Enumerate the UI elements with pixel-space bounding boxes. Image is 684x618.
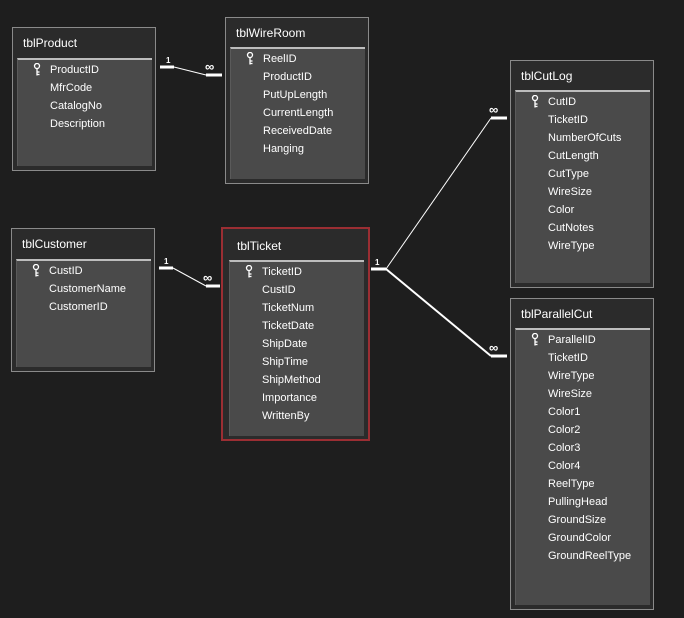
key-icon <box>245 265 253 278</box>
key-icon <box>531 333 539 346</box>
field[interactable]: ReceivedDate <box>231 122 365 140</box>
field-primary-key[interactable]: CustID <box>17 262 151 280</box>
table-title: tblCustomer <box>22 237 87 251</box>
table-tblticket[interactable]: tblTicket TicketID CustID TicketNum Tick… <box>221 227 370 441</box>
field-primary-key[interactable]: TicketID <box>230 263 364 281</box>
field-name: CustID <box>49 265 83 277</box>
field-name: CutID <box>548 96 577 108</box>
field[interactable]: Importance <box>230 389 364 407</box>
field[interactable]: WireType <box>516 367 650 385</box>
field-primary-key[interactable]: ParallelID <box>516 331 650 349</box>
table-title: tblWireRoom <box>236 26 306 40</box>
table-tblcustomer[interactable]: tblCustomer CustID CustomerName Customer… <box>11 228 155 372</box>
table-title: tblCutLog <box>521 69 573 83</box>
field-list[interactable]: CutID TicketID NumberOfCuts CutLength Cu… <box>515 90 650 283</box>
field[interactable]: MfrCode <box>18 79 152 97</box>
key-icon <box>246 52 254 65</box>
table-tblproduct[interactable]: tblProduct ProductID MfrCode CatalogNo D… <box>12 27 156 171</box>
field[interactable]: Hanging <box>231 140 365 158</box>
field[interactable]: CutLength <box>516 147 650 165</box>
key-icon <box>32 264 40 277</box>
field[interactable]: ProductID <box>231 68 365 86</box>
field[interactable]: TicketDate <box>230 317 364 335</box>
key-icon <box>33 63 41 76</box>
field[interactable]: Color3 <box>516 439 650 457</box>
field-list[interactable]: TicketID CustID TicketNum TicketDate Shi… <box>229 260 364 436</box>
field[interactable]: ShipMethod <box>230 371 364 389</box>
field[interactable]: Color <box>516 201 650 219</box>
field[interactable]: ReelType <box>516 475 650 493</box>
table-tblcutlog[interactable]: tblCutLog CutID TicketID NumberOfCuts Cu… <box>510 60 654 288</box>
relationship-product-wireroom[interactable]: 1 ∞ <box>160 56 222 77</box>
field[interactable]: CurrentLength <box>231 104 365 122</box>
field-name: ProductID <box>50 64 99 76</box>
field-name: ParallelID <box>548 334 596 346</box>
table-title: tblTicket <box>237 239 282 253</box>
field[interactable]: CustID <box>230 281 364 299</box>
field-name: ReelID <box>263 53 297 65</box>
relationship-ticket-cutlog[interactable]: 1 ∞ <box>371 102 507 271</box>
field-primary-key[interactable]: CutID <box>516 93 650 111</box>
field[interactable]: WireSize <box>516 385 650 403</box>
field[interactable]: ShipTime <box>230 353 364 371</box>
field[interactable]: Color2 <box>516 421 650 439</box>
field[interactable]: Color4 <box>516 457 650 475</box>
field-primary-key[interactable]: ReelID <box>231 50 365 68</box>
relationships-canvas: 1 ∞ 1 ∞ 1 ∞ ∞ tblProduct ProductID MfrCo… <box>0 0 684 618</box>
field[interactable]: CutType <box>516 165 650 183</box>
field-list[interactable]: ReelID ProductID PutUpLength CurrentLeng… <box>230 47 365 179</box>
field[interactable]: ShipDate <box>230 335 364 353</box>
field[interactable]: TicketID <box>516 349 650 367</box>
many-side-label: ∞ <box>205 59 214 74</box>
one-side-label: 1 <box>164 257 169 266</box>
field-name: TicketID <box>262 266 302 278</box>
field[interactable]: GroundSize <box>516 511 650 529</box>
many-side-label: ∞ <box>203 270 212 285</box>
field-primary-key[interactable]: ProductID <box>18 61 152 79</box>
table-tblwireroom[interactable]: tblWireRoom ReelID ProductID PutUpLength… <box>225 17 369 184</box>
field[interactable]: PutUpLength <box>231 86 365 104</box>
table-tblparallelcut[interactable]: tblParallelCut ParallelID TicketID WireT… <box>510 298 654 610</box>
field[interactable]: NumberOfCuts <box>516 129 650 147</box>
field-list[interactable]: CustID CustomerName CustomerID <box>16 259 151 367</box>
field[interactable]: Description <box>18 115 152 133</box>
table-title: tblParallelCut <box>521 307 593 321</box>
field-list[interactable]: ProductID MfrCode CatalogNo Description <box>17 58 152 166</box>
field[interactable]: CustomerID <box>17 298 151 316</box>
relationship-customer-ticket[interactable]: 1 ∞ <box>159 257 220 288</box>
field[interactable]: WireType <box>516 237 650 255</box>
field[interactable]: WrittenBy <box>230 407 364 425</box>
relationship-ticket-parallelcut[interactable]: ∞ <box>385 268 507 358</box>
field[interactable]: TicketNum <box>230 299 364 317</box>
field[interactable]: CustomerName <box>17 280 151 298</box>
field[interactable]: PullingHead <box>516 493 650 511</box>
field[interactable]: CatalogNo <box>18 97 152 115</box>
field[interactable]: GroundReelType <box>516 547 650 565</box>
many-side-label: ∞ <box>489 340 498 355</box>
field[interactable]: CutNotes <box>516 219 650 237</box>
key-icon <box>531 95 539 108</box>
one-side-label: 1 <box>166 56 171 65</box>
many-side-label: ∞ <box>489 102 498 117</box>
field[interactable]: Color1 <box>516 403 650 421</box>
field-list[interactable]: ParallelID TicketID WireType WireSize Co… <box>515 328 650 605</box>
field[interactable]: GroundColor <box>516 529 650 547</box>
field[interactable]: WireSize <box>516 183 650 201</box>
field[interactable]: TicketID <box>516 111 650 129</box>
one-side-label: 1 <box>375 258 380 267</box>
table-title: tblProduct <box>23 36 78 50</box>
